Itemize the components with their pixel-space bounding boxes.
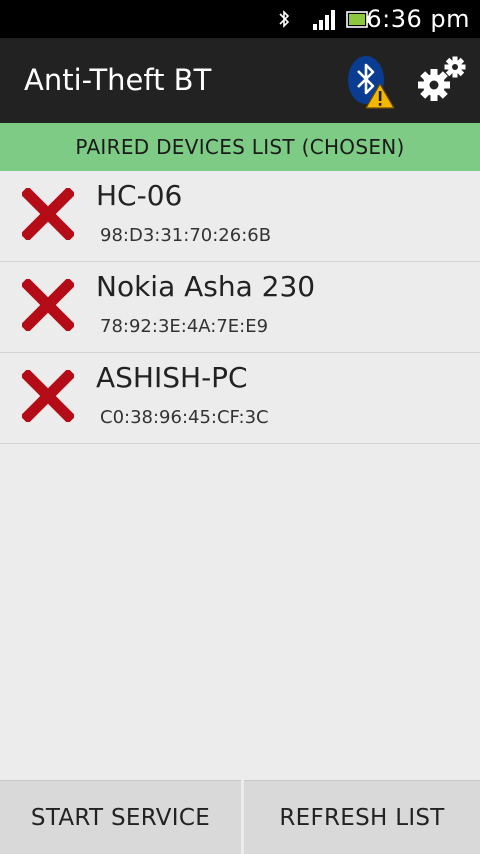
start-service-button[interactable]: START SERVICE [0, 780, 241, 854]
device-mac-address: 78:92:3E:4A:7E:E9 [100, 316, 269, 337]
device-name: HC-06 [96, 179, 183, 212]
device-name: ASHISH-PC [96, 361, 248, 394]
bluetooth-icon [279, 10, 290, 28]
device-mac-address: C0:38:96:45:CF:3C [100, 407, 269, 428]
paired-devices-header: PAIRED DEVICES LIST (CHOSEN) [0, 123, 480, 171]
bluetooth-warning-icon[interactable] [344, 54, 396, 110]
action-bar: Anti-Theft BT [0, 38, 480, 123]
settings-gears-icon[interactable] [416, 55, 468, 103]
device-list: HC-06 98:D3:31:70:26:6B Nokia Asha 230 7… [0, 171, 480, 444]
device-row[interactable]: ASHISH-PC C0:38:96:45:CF:3C [0, 353, 480, 444]
remove-x-icon[interactable] [22, 279, 74, 331]
device-name: Nokia Asha 230 [96, 270, 316, 303]
device-row[interactable]: HC-06 98:D3:31:70:26:6B [0, 171, 480, 262]
app-title: Anti-Theft BT [24, 63, 212, 97]
status-time: 6:36 pm [366, 5, 470, 33]
device-mac-address: 98:D3:31:70:26:6B [100, 225, 272, 246]
device-row[interactable]: Nokia Asha 230 78:92:3E:4A:7E:E9 [0, 262, 480, 353]
remove-x-icon[interactable] [22, 188, 74, 240]
status-bar: 6:36 pm [0, 0, 480, 38]
signal-icon [313, 10, 335, 30]
refresh-list-button[interactable]: REFRESH LIST [244, 780, 480, 854]
remove-x-icon[interactable] [22, 370, 74, 422]
